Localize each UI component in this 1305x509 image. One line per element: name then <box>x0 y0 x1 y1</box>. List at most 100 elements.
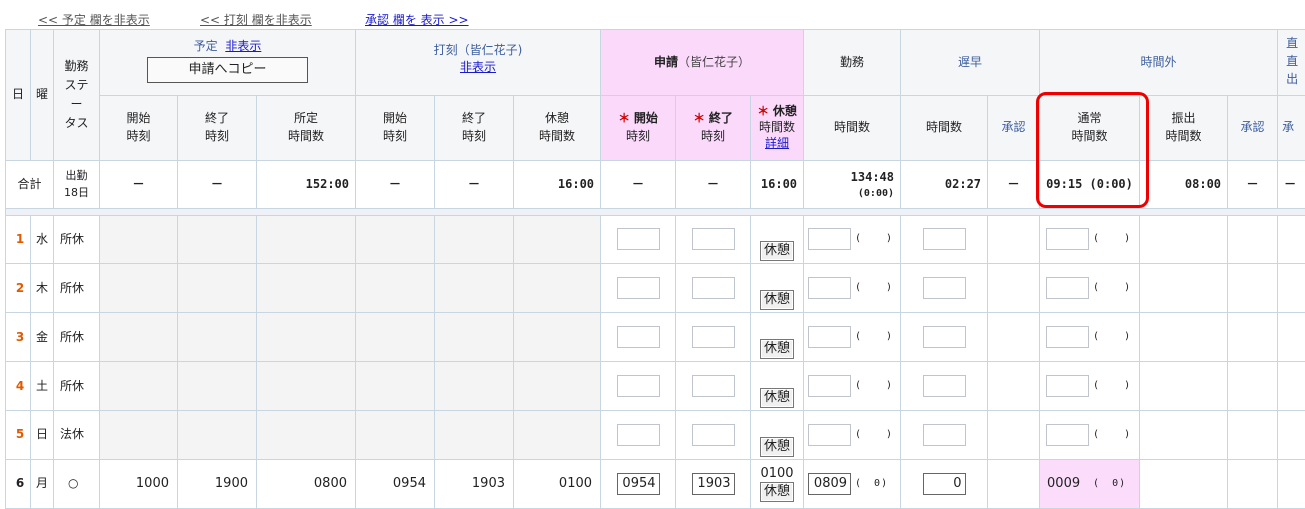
hide-plan-link[interactable]: << 予定 欄を非表示 <box>38 11 150 28</box>
punch-start-value: 0954 <box>356 460 435 509</box>
late-hours-input[interactable] <box>923 228 966 250</box>
table-row: 3 金 所休 休憩 () () <box>6 313 1305 362</box>
sum-req-end: － <box>676 161 751 209</box>
break-button[interactable]: 休憩 <box>760 241 794 261</box>
req-end-input[interactable] <box>692 277 735 299</box>
sum-punch-end: － <box>435 161 514 209</box>
ot-normal-input[interactable] <box>1046 277 1089 299</box>
req-end-input[interactable]: 1903 <box>692 473 735 495</box>
break-button[interactable]: 休憩 <box>760 339 794 359</box>
late-hours-input[interactable] <box>923 424 966 446</box>
work-hours-input[interactable] <box>808 326 851 348</box>
sum-plan-sched: 152:00 <box>257 161 356 209</box>
work-hours-input[interactable] <box>808 228 851 250</box>
ot-normal-input[interactable] <box>1046 375 1089 397</box>
punch-start-header: 開始時刻 <box>356 95 435 161</box>
req-end-input[interactable] <box>692 326 735 348</box>
table-row: 2 木 所休 休憩 () () <box>6 264 1305 313</box>
req-start-input[interactable] <box>617 277 660 299</box>
req-start-input[interactable] <box>617 375 660 397</box>
punch-break-header: 休憩時間数 <box>514 95 601 161</box>
work-hours-input[interactable] <box>808 277 851 299</box>
ot-approve-header: 承認 <box>1228 95 1278 161</box>
work-hours-input[interactable] <box>808 375 851 397</box>
weekday: 日 <box>31 411 54 460</box>
ot-normal-input[interactable] <box>1046 228 1089 250</box>
break-button[interactable]: 休憩 <box>760 388 794 408</box>
day-header: 日 <box>6 30 31 161</box>
weekday-header: 曜 <box>31 30 54 161</box>
work-hours-input[interactable]: 0809 <box>808 473 851 495</box>
req-end-input[interactable] <box>692 424 735 446</box>
sum-plan-start: － <box>100 161 178 209</box>
show-approval-link[interactable]: 承認 欄を 表示 >> <box>365 11 469 28</box>
plan-sched-header: 所定時間数 <box>257 95 356 161</box>
direct-approve-header: 承 <box>1278 95 1305 161</box>
punch-end-value: 1903 <box>435 460 514 509</box>
plan-hide-link[interactable]: 非表示 <box>225 39 261 53</box>
break-button[interactable]: 休憩 <box>760 437 794 457</box>
sum-ot-approve: － <box>1228 161 1278 209</box>
req-start-input[interactable]: 0954 <box>617 473 660 495</box>
late-hours-input[interactable] <box>923 326 966 348</box>
header-row-1: 日 曜 勤務ステータス 予定 非表示 申請へコピー 打刻（皆仁花子) 非表示 申… <box>6 30 1305 96</box>
sum-req-start: － <box>601 161 676 209</box>
sum-punch-start: － <box>356 161 435 209</box>
sum-direct: － <box>1278 161 1305 209</box>
late-hours-input[interactable] <box>923 277 966 299</box>
day-number: 2 <box>6 264 31 313</box>
req-start-input[interactable] <box>617 228 660 250</box>
summary-label: 合計 <box>6 161 54 209</box>
punch-break-value: 0100 <box>514 460 601 509</box>
plan-start-header: 開始時刻 <box>100 95 178 161</box>
hide-punch-link[interactable]: << 打刻 欄を非表示 <box>200 11 312 28</box>
plan-sched-value: 0800 <box>257 460 356 509</box>
break-detail-link[interactable]: 詳細 <box>751 136 803 152</box>
work-group-header: 勤務 <box>804 30 901 96</box>
req-start-input[interactable] <box>617 326 660 348</box>
ot-transfer-header: 振出時間数 <box>1140 95 1228 161</box>
day-number: 5 <box>6 411 31 460</box>
late-hours-input[interactable]: 0 <box>923 473 966 495</box>
ot-normal-input[interactable]: 0009 <box>1046 473 1089 495</box>
work-status: 法休 <box>54 411 100 460</box>
sum-req-break: 16:00 <box>751 161 804 209</box>
work-status: 所休 <box>54 264 100 313</box>
req-start-input[interactable] <box>617 424 660 446</box>
day-number: 6 <box>6 460 31 509</box>
table-row: 4 土 所休 休憩 () () <box>6 362 1305 411</box>
attend-days: 出勤18日 <box>54 161 100 209</box>
plan-group-header: 予定 非表示 申請へコピー <box>100 30 356 96</box>
break-button[interactable]: 休憩 <box>760 290 794 310</box>
break-button[interactable]: 休憩 <box>760 482 794 502</box>
weekday: 金 <box>31 313 54 362</box>
req-end-input[interactable] <box>692 228 735 250</box>
req-break-value: 0100 <box>751 466 803 482</box>
weekday: 月 <box>31 460 54 509</box>
work-status: 所休 <box>54 313 100 362</box>
sum-ot-transfer: 08:00 <box>1140 161 1228 209</box>
copy-to-request-button[interactable]: 申請へコピー <box>147 57 308 83</box>
plan-end-value: 1900 <box>178 460 257 509</box>
sum-late-approve: － <box>988 161 1040 209</box>
sum-work-hours: 134:48(0:00) <box>804 161 901 209</box>
work-hours-input[interactable] <box>808 424 851 446</box>
plan-start-value: 1000 <box>100 460 178 509</box>
weekday: 木 <box>31 264 54 313</box>
direct-group-header: 直直出 <box>1278 30 1305 96</box>
work-status: ○ <box>54 460 100 509</box>
ot-normal-input[interactable] <box>1046 424 1089 446</box>
day-number: 1 <box>6 215 31 264</box>
req-end-input[interactable] <box>692 375 735 397</box>
weekday: 土 <box>31 362 54 411</box>
sum-punch-break: 16:00 <box>514 161 601 209</box>
late-approve-header: 承認 <box>988 95 1040 161</box>
ot-normal-input[interactable] <box>1046 326 1089 348</box>
req-end-header: ＊ 終了時刻 <box>676 95 751 161</box>
work-status: 所休 <box>54 215 100 264</box>
punch-hide-link[interactable]: 非表示 <box>356 59 600 76</box>
late-early-group-header: 遅早 <box>901 30 1040 96</box>
req-start-header: ＊ 開始時刻 <box>601 95 676 161</box>
late-hours-input[interactable] <box>923 375 966 397</box>
request-group-header: 申請（皆仁花子） <box>601 30 804 96</box>
